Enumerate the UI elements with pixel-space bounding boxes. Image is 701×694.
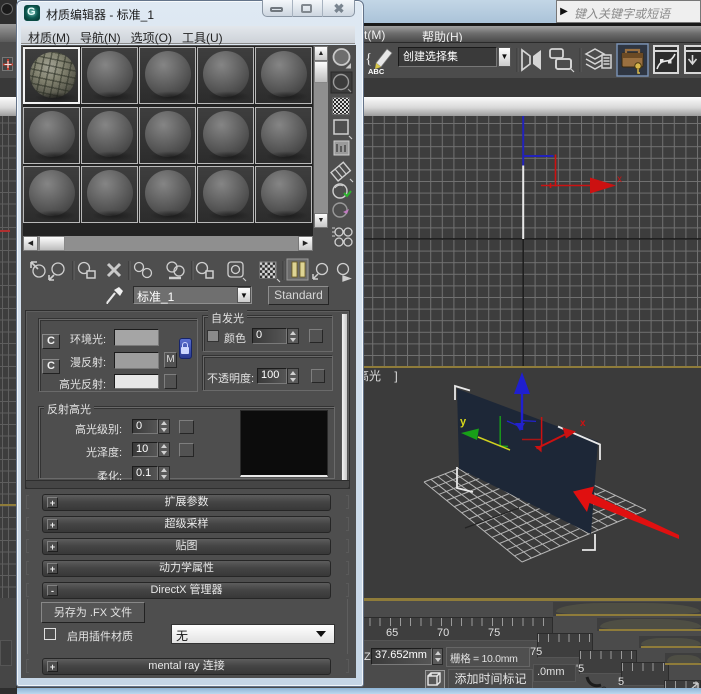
svg-text:{: { (365, 51, 372, 67)
svg-text:x: x (617, 174, 622, 185)
svg-text:y: y (460, 416, 467, 428)
svg-text:x: x (580, 418, 586, 429)
svg-text:ABC: ABC (368, 67, 385, 76)
